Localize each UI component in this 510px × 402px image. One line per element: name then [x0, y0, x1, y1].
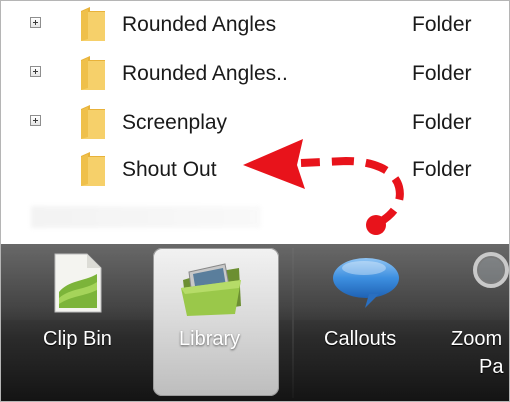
tree-item-type: Folder — [412, 158, 472, 181]
library-label: Library — [179, 328, 241, 350]
speech-bubble-icon — [333, 258, 399, 308]
file-tree: Rounded Angles Folder Rounded Angles.. F… — [1, 1, 509, 241]
clip-bin-icon — [54, 253, 102, 313]
expand-plus-icon[interactable] — [30, 17, 41, 28]
magnifier-icon — [473, 252, 509, 288]
zoom-label: Zoom — [451, 328, 503, 350]
expand-plus-icon[interactable] — [30, 66, 41, 77]
folder-icon — [81, 105, 105, 139]
tree-item-name: Screenplay — [122, 111, 228, 134]
library-folder-icon — [181, 263, 241, 316]
callouts-button[interactable]: Callouts — [301, 244, 431, 401]
folder-icon — [81, 56, 105, 90]
tree-item-type: Folder — [412, 62, 472, 85]
tree-row[interactable]: Rounded Angles.. Folder — [1, 53, 509, 93]
folder-icon — [81, 7, 105, 41]
tree-item-name: Rounded Angles — [122, 13, 277, 36]
callouts-label: Callouts — [324, 328, 397, 350]
folder-icon — [81, 152, 105, 186]
tab-library[interactable]: Library — [153, 248, 279, 396]
tree-item-name: Shout Out — [122, 158, 217, 181]
expand-plus-icon[interactable] — [30, 115, 41, 126]
tree-item-type: Folder — [412, 111, 472, 134]
tree-item-name: Rounded Angles.. — [122, 62, 288, 85]
clip-bin-button[interactable]: Clip Bin — [1, 244, 151, 401]
toolbar-separator — [292, 248, 294, 398]
zoom-label-line2: Pa — [479, 356, 504, 378]
zoom-button[interactable]: Zoom Pa — [441, 244, 509, 401]
bottom-toolbar: Clip Bin Library Callouts Zoom Pa — [1, 244, 509, 401]
clip-bin-label: Clip Bin — [43, 328, 112, 350]
faded-tree-row — [31, 206, 261, 228]
tree-item-type: Folder — [412, 13, 472, 36]
tree-row[interactable]: Shout Out Folder — [1, 149, 509, 189]
tree-row[interactable]: Rounded Angles Folder — [1, 4, 509, 44]
tree-row[interactable]: Screenplay Folder — [1, 102, 509, 142]
window-frame: Rounded Angles Folder Rounded Angles.. F… — [0, 0, 510, 402]
